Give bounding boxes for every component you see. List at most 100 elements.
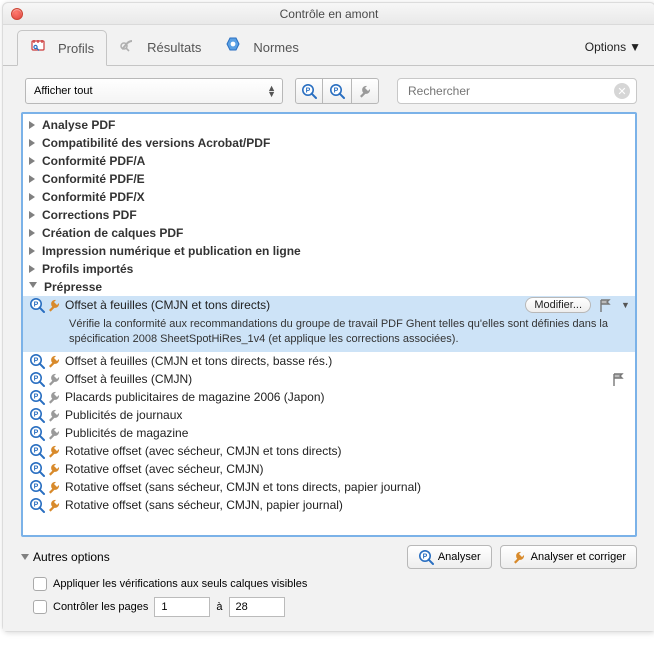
analyser-button[interactable]: Analyser xyxy=(407,545,492,569)
profiles-panel[interactable]: Analyse PDF Compatibilité des versions Ac… xyxy=(21,112,637,537)
flag-icon[interactable] xyxy=(598,298,612,312)
profile-row-selected[interactable]: Offset à feuilles (CMJN et tons directs)… xyxy=(23,296,635,314)
page-to-input[interactable] xyxy=(229,597,285,617)
updown-icon: ▲▼ xyxy=(267,85,276,97)
category-row[interactable]: Création de calques PDF xyxy=(23,224,635,242)
category-row[interactable]: Conformité PDF/X xyxy=(23,188,635,206)
apply-layers-checkbox[interactable] xyxy=(33,577,47,591)
tool-btn-fix[interactable] xyxy=(351,78,379,104)
tab-profils-label: Profils xyxy=(58,41,94,56)
toolbar: Afficher tout ▲▼ ✕ xyxy=(3,66,654,112)
normes-icon xyxy=(225,36,247,58)
filter-dropdown[interactable]: Afficher tout ▲▼ xyxy=(25,78,283,104)
flag-dropdown-icon[interactable]: ▼ xyxy=(621,300,631,310)
resultats-icon xyxy=(119,36,141,58)
apply-layers-row[interactable]: Appliquer les vérifications aux seuls ca… xyxy=(33,577,637,591)
disclosure-icon xyxy=(29,121,35,129)
disclosure-icon xyxy=(29,157,35,165)
profile-row[interactable]: Offset à feuilles (CMJN et tons directs,… xyxy=(23,352,635,370)
disclosure-icon xyxy=(29,265,35,273)
inspect-icon xyxy=(29,425,45,441)
tab-resultats[interactable]: Résultats xyxy=(107,30,213,64)
wrench-icon xyxy=(46,407,62,423)
disclosure-icon xyxy=(29,193,35,201)
options-label: Options xyxy=(585,40,626,54)
wrench-icon xyxy=(46,479,62,495)
disclosure-icon xyxy=(29,282,37,292)
inspect-icon xyxy=(29,389,45,405)
profile-row[interactable]: Placards publicitaires de magazine 2006 … xyxy=(23,388,635,406)
profile-row[interactable]: Publicités de journaux xyxy=(23,406,635,424)
inspect-icon xyxy=(29,461,45,477)
window-title: Contrôle en amont xyxy=(3,7,654,21)
other-options-toggle[interactable]: Autres options xyxy=(21,550,110,564)
search-input[interactable] xyxy=(406,83,614,99)
profile-label: Rotative offset (avec sécheur, CMJN et t… xyxy=(65,444,631,458)
inspect-icon xyxy=(29,443,45,459)
category-label: Compatibilité des versions Acrobat/PDF xyxy=(42,136,270,150)
disclosure-icon xyxy=(29,139,35,147)
wrench-icon xyxy=(46,443,62,459)
control-pages-checkbox[interactable] xyxy=(33,600,47,614)
category-row[interactable]: Prépresse xyxy=(23,278,635,296)
profile-label: Publicités de magazine xyxy=(65,426,631,440)
inspect-icon xyxy=(29,407,45,423)
category-row[interactable]: Conformité PDF/A xyxy=(23,152,635,170)
category-row[interactable]: Impression numérique et publication en l… xyxy=(23,242,635,260)
profile-row[interactable]: Rotative offset (sans sécheur, CMJN et t… xyxy=(23,478,635,496)
profile-row[interactable]: Rotative offset (avec sécheur, CMJN) xyxy=(23,460,635,478)
profile-row[interactable]: Rotative offset (avec sécheur, CMJN et t… xyxy=(23,442,635,460)
category-label: Création de calques PDF xyxy=(42,226,183,240)
category-row[interactable]: Conformité PDF/E xyxy=(23,170,635,188)
profile-label: Offset à feuilles (CMJN et tons directs) xyxy=(65,298,522,312)
apply-layers-label: Appliquer les vérifications aux seuls ca… xyxy=(53,578,307,590)
profile-label: Offset à feuilles (CMJN et tons directs,… xyxy=(65,354,631,368)
category-label: Profils importés xyxy=(42,262,133,276)
control-pages-label: Contrôler les pages xyxy=(53,601,148,613)
profils-icon xyxy=(30,37,52,59)
profile-row[interactable]: Publicités de magazine xyxy=(23,424,635,442)
tab-profils[interactable]: Profils xyxy=(17,30,107,66)
footer: Autres options Analyser Analyser et corr… xyxy=(3,537,654,631)
tab-normes[interactable]: Normes xyxy=(213,30,311,64)
profile-label: Rotative offset (sans sécheur, CMJN, pap… xyxy=(65,498,631,512)
category-label: Conformité PDF/X xyxy=(42,190,145,204)
options-menu[interactable]: Options ▼ xyxy=(585,40,645,54)
page-range-row: Contrôler les pages à xyxy=(33,597,637,617)
category-row[interactable]: Analyse PDF xyxy=(23,116,635,134)
category-row[interactable]: Corrections PDF xyxy=(23,206,635,224)
category-row[interactable]: Compatibilité des versions Acrobat/PDF xyxy=(23,134,635,152)
profile-label: Rotative offset (avec sécheur, CMJN) xyxy=(65,462,631,476)
flag-icon[interactable] xyxy=(611,372,625,386)
titlebar: Contrôle en amont xyxy=(3,3,654,25)
page-separator: à xyxy=(216,601,222,613)
clear-search-icon[interactable]: ✕ xyxy=(614,83,630,99)
category-label: Conformité PDF/A xyxy=(42,154,145,168)
profile-label: Offset à feuilles (CMJN) xyxy=(65,372,608,386)
profile-description: Vérifie la conformité aux recommandation… xyxy=(23,314,635,352)
category-row[interactable]: Profils importés xyxy=(23,260,635,278)
category-label: Prépresse xyxy=(44,280,102,294)
analyser-corriger-button[interactable]: Analyser et corriger xyxy=(500,545,637,569)
category-label: Analyse PDF xyxy=(42,118,115,132)
tab-resultats-label: Résultats xyxy=(147,40,201,55)
modify-button[interactable]: Modifier... xyxy=(525,297,591,313)
inspect-icon xyxy=(29,479,45,495)
analyser-corriger-label: Analyser et corriger xyxy=(531,551,626,563)
disclosure-icon xyxy=(29,247,35,255)
disclosure-icon xyxy=(29,211,35,219)
wrench-icon xyxy=(46,461,62,477)
chevron-down-icon: ▼ xyxy=(629,40,641,54)
tool-btn-star[interactable] xyxy=(295,78,323,104)
profile-row[interactable]: Offset à feuilles (CMJN) xyxy=(23,370,635,388)
profile-row[interactable]: Rotative offset (sans sécheur, CMJN, pap… xyxy=(23,496,635,514)
wrench-icon xyxy=(46,297,62,313)
search-box[interactable]: ✕ xyxy=(397,78,637,104)
page-from-input[interactable] xyxy=(154,597,210,617)
magnifier-icon xyxy=(418,549,434,565)
wrench-icon xyxy=(46,389,62,405)
profile-label: Publicités de journaux xyxy=(65,408,631,422)
wrench-icon xyxy=(46,371,62,387)
tool-btn-inspect[interactable] xyxy=(323,78,351,104)
filter-value: Afficher tout xyxy=(34,85,93,97)
